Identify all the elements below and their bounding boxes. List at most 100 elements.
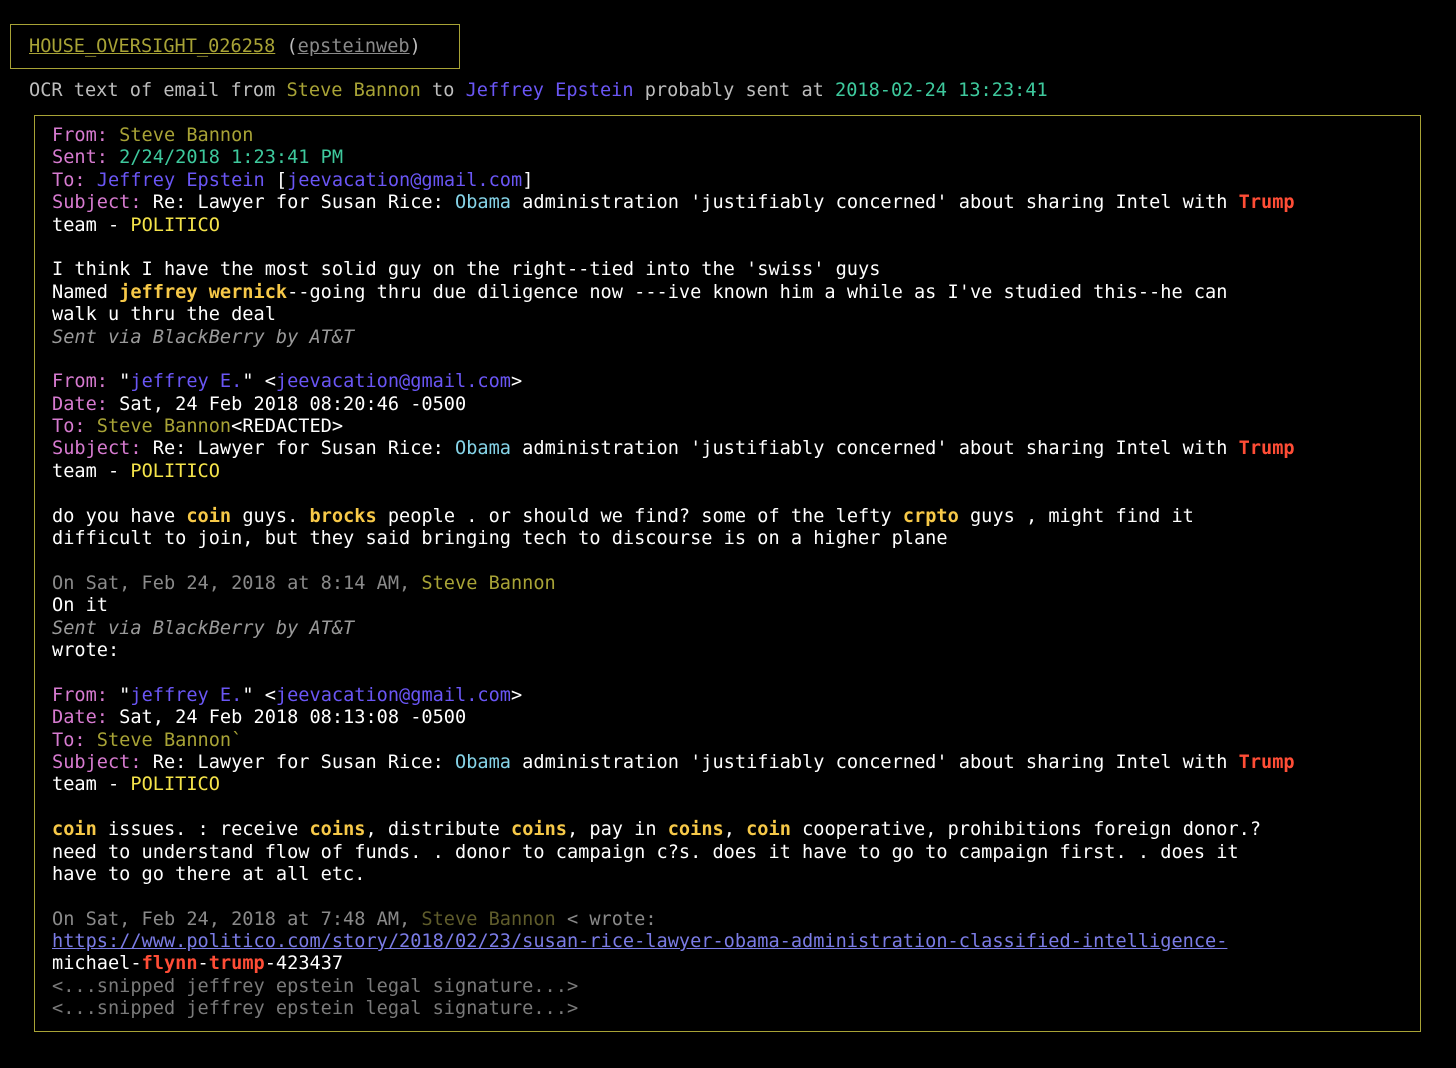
angle-close: > xyxy=(511,684,523,706)
summary-from-name: Steve Bannon xyxy=(286,80,421,101)
quote1-body: On it xyxy=(52,595,108,617)
to-label: To: xyxy=(52,729,97,751)
url-text: -423437 xyxy=(264,953,344,975)
quote-name: Steve Bannon xyxy=(421,572,556,594)
msg2-date-line: Date: Sat, 24 Feb 2018 08:20:46 -0500 xyxy=(52,394,1420,416)
highlighted-term: coin xyxy=(52,819,97,841)
highlighted-term: coin xyxy=(186,505,232,527)
subject-text: team - xyxy=(52,774,131,796)
from-email-link[interactable]: jeevacation@gmail.com xyxy=(276,371,511,392)
msg1-signature: Sent via BlackBerry by AT&T xyxy=(52,326,355,348)
document-id-link[interactable]: HOUSE_OVERSIGHT_026258 xyxy=(29,36,275,57)
body-text: people . or should we find? some of the … xyxy=(376,505,903,527)
email-summary: OCR text of email from Steve Bannon to J… xyxy=(29,79,1048,103)
msg1-subject-line-2: team - POLITICO xyxy=(52,215,1420,237)
url-text: michael- xyxy=(52,953,142,975)
source-link[interactable]: epsteinweb xyxy=(298,36,410,57)
subject-obama: Obama xyxy=(455,192,511,214)
from-email-link[interactable]: jeevacation@gmail.com xyxy=(276,685,511,706)
url-highlight-trump: trump xyxy=(208,953,265,975)
sent-value: 2/24/2018 1:23:41 PM xyxy=(119,147,344,169)
from-name: jeffrey E. xyxy=(130,371,243,393)
subject-text: administration 'justifiably concerned' a… xyxy=(510,438,1239,460)
subject-text: team - xyxy=(52,460,131,482)
msg1-body-line: I think I have the most solid guy on the… xyxy=(52,259,881,281)
msg3-from-line: From: "jeffrey E." <jeevacation@gmail.co… xyxy=(52,685,1420,707)
quote-mark: " < xyxy=(242,371,276,393)
body-text: guys. xyxy=(231,505,310,527)
body-text: , distribute xyxy=(365,819,511,841)
angle-close: > xyxy=(511,371,523,393)
subject-label: Subject: xyxy=(52,192,153,214)
url-text: - xyxy=(197,953,209,975)
summary-sent-at: 2018-02-24 13:23:41 xyxy=(835,80,1048,101)
to-label: To: xyxy=(52,169,97,191)
quote-mark: " xyxy=(119,684,131,706)
email-body: From: Steve Bannon Sent: 2/24/2018 1:23:… xyxy=(34,115,1421,1032)
msg2-body-line: difficult to join, but they said bringin… xyxy=(52,528,948,550)
to-open: [ xyxy=(264,169,288,191)
quote2-url-line: https://www.politico.com/story/2018/02/2… xyxy=(52,931,1420,953)
from-label: From: xyxy=(52,125,120,146)
article-url-link[interactable]: https://www.politico.com/story/2018/02/2… xyxy=(52,931,1227,952)
msg3-subject-line: Subject: Re: Lawyer for Susan Rice: Obam… xyxy=(52,752,1420,774)
body-text: , pay in xyxy=(566,819,668,841)
quote-mark: " xyxy=(119,371,131,393)
summary-to-name: Jeffrey Epstein xyxy=(465,80,634,101)
close-paren: ) xyxy=(409,36,421,57)
msg3-body-line: have to go there at all etc. xyxy=(52,863,366,885)
subject-text: administration 'justifiably concerned' a… xyxy=(510,192,1239,214)
subject-label: Subject: xyxy=(52,438,153,460)
to-email-link[interactable]: jeevacation@gmail.com xyxy=(287,170,522,191)
date-label: Date: xyxy=(52,707,120,729)
msg1-sent-line: Sent: 2/24/2018 1:23:41 PM xyxy=(52,147,1420,169)
from-label: From: xyxy=(52,371,120,393)
to-name: Steve Bannon xyxy=(96,729,232,751)
body-text: do you have xyxy=(52,505,187,527)
highlighted-term: coins xyxy=(309,819,366,841)
sent-label: Sent: xyxy=(52,147,120,169)
open-paren: ( xyxy=(275,36,298,57)
subject-text: administration 'justifiably concerned' a… xyxy=(510,751,1239,773)
to-label: To: xyxy=(52,416,97,438)
from-name: jeffrey E. xyxy=(130,684,243,706)
msg2-from-line: From: "jeffrey E." <jeevacation@gmail.co… xyxy=(52,371,1420,393)
quote-on-text: On Sat, Feb 24, 2018 at 8:14 AM, xyxy=(52,572,422,594)
to-close: ] xyxy=(522,169,534,191)
subject-text: Re: Lawyer for Susan Rice: xyxy=(152,192,455,214)
body-text: , xyxy=(723,819,747,841)
msg1-body-line: Named jeffrey wernick--going thru due di… xyxy=(52,282,1420,304)
msg1-to-line: To: Jeffrey Epstein [jeevacation@gmail.c… xyxy=(52,170,1420,192)
subject-text: Re: Lawyer for Susan Rice: xyxy=(152,438,455,460)
snipped-signature: <...snipped jeffrey epstein legal signat… xyxy=(52,998,579,1020)
subject-obama: Obama xyxy=(455,438,511,460)
msg2-body-line: do you have coin guys. brocks people . o… xyxy=(52,506,1420,528)
to-name: Steve Bannon xyxy=(96,416,232,438)
highlighted-term: coins xyxy=(511,819,567,841)
date-label: Date: xyxy=(52,393,120,415)
date-value: Sat, 24 Feb 2018 08:13:08 -0500 xyxy=(119,707,467,729)
from-name: Steve Bannon xyxy=(119,125,254,146)
msg3-subject-line-2: team - POLITICO xyxy=(52,774,1420,796)
subject-politico: POLITICO xyxy=(130,214,220,236)
subject-trump: Trump xyxy=(1238,438,1295,460)
msg2-to-line: To: Steve Bannon<REDACTED> xyxy=(52,416,1420,438)
summary-sent-word: probably sent at xyxy=(633,80,836,101)
quote1-header: On Sat, Feb 24, 2018 at 8:14 AM, Steve B… xyxy=(52,573,1420,595)
msg1-from-line: From: Steve Bannon xyxy=(52,125,1420,147)
msg2-subject-line-2: team - POLITICO xyxy=(52,461,1420,483)
highlighted-term: brocks xyxy=(309,505,377,527)
quote2-header: On Sat, Feb 24, 2018 at 7:48 AM, Steve B… xyxy=(52,909,1420,931)
document-header: HOUSE_OVERSIGHT_026258 (epsteinweb) xyxy=(10,24,460,69)
body-text: issues. : receive xyxy=(96,819,310,841)
snipped-signature: <...snipped jeffrey epstein legal signat… xyxy=(52,975,579,997)
subject-text: team - xyxy=(52,214,131,236)
summary-prefix: OCR text of email from xyxy=(29,80,287,101)
